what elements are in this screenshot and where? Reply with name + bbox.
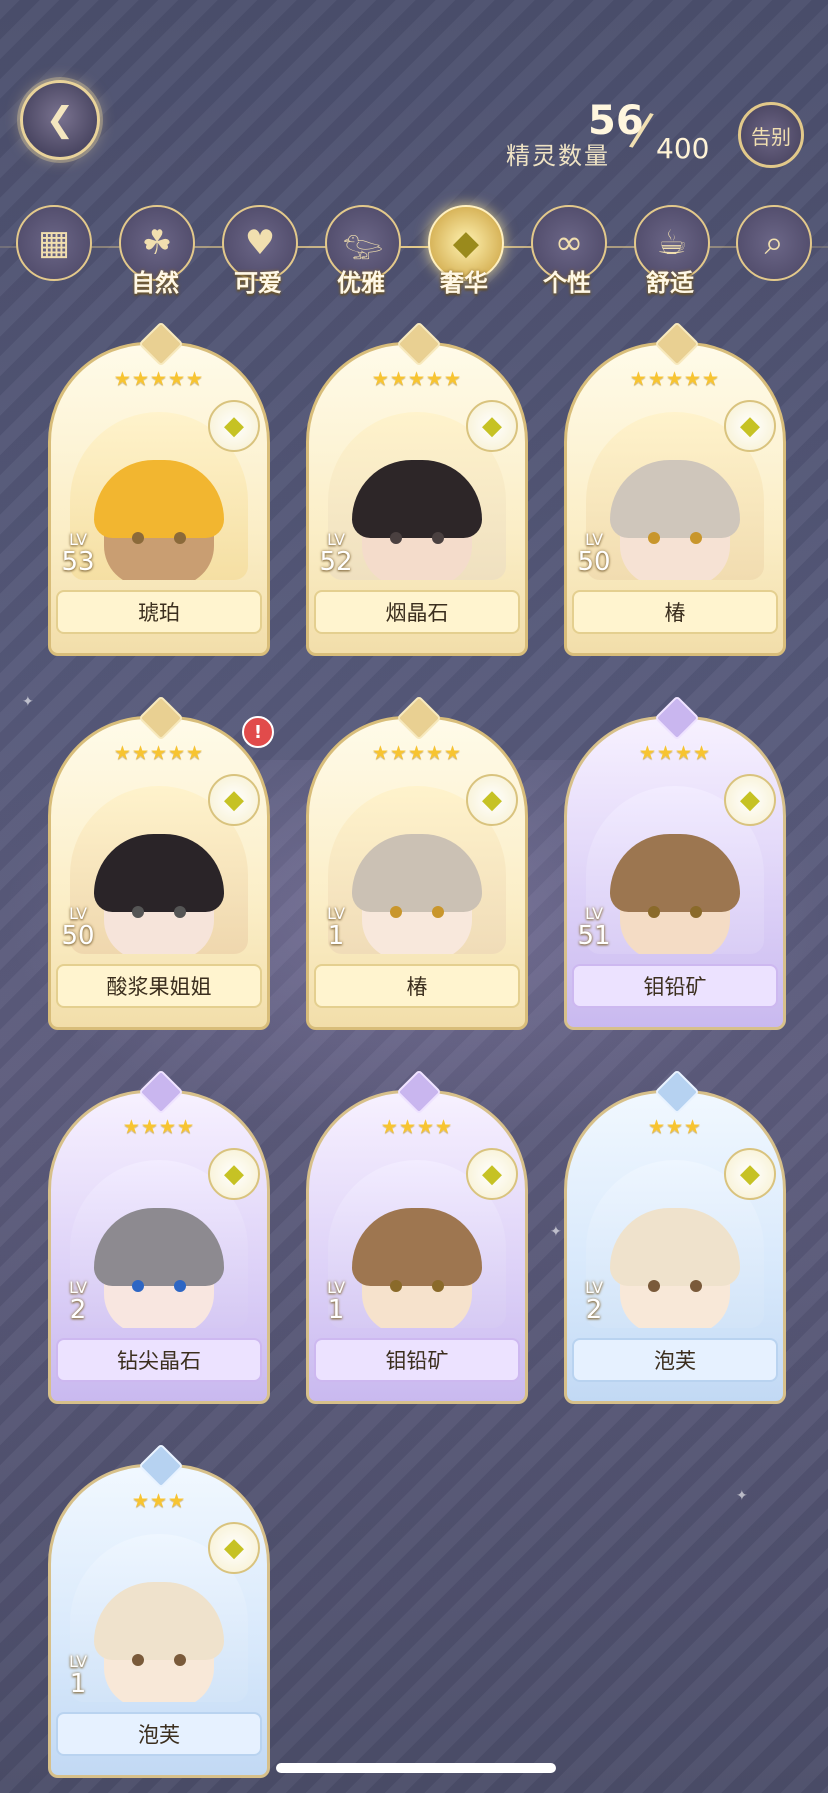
- spirit-count-max: 400: [656, 132, 710, 165]
- character-name: 烟晶石: [314, 590, 520, 634]
- character-name: 钻尖晶石: [56, 1338, 262, 1382]
- alert-badge: !: [242, 716, 274, 748]
- diamond-icon: ◆: [466, 400, 518, 452]
- star-rating: ★★★★: [122, 1116, 196, 1138]
- character-name: 泡芙: [56, 1712, 262, 1756]
- star-rating: ★★★: [131, 1490, 187, 1512]
- spirit-count: 精灵数量 56 / 400: [506, 98, 726, 170]
- level-badge: LV 53: [61, 530, 95, 577]
- spirit-card[interactable]: ★★★★ ◆ LV 1 钼铅矿: [306, 1069, 528, 1404]
- filter-luxury[interactable]: ◆ 奢华: [422, 205, 506, 297]
- diamond-icon: ◆: [466, 774, 518, 826]
- grid-icon: ▦: [16, 205, 92, 281]
- spirit-card[interactable]: ★★★ ◆ LV 1 泡芙: [48, 1443, 270, 1778]
- spirit-card[interactable]: ★★★★★ ◆ LV 53 琥珀: [48, 321, 270, 656]
- level-badge: LV 1: [326, 1278, 346, 1325]
- sparkle-icon: ✦: [736, 1488, 748, 1504]
- filter-label: 自然: [131, 269, 179, 297]
- sparkle-icon: ✦: [550, 1224, 562, 1240]
- filter-personality[interactable]: ∞ 个性: [525, 205, 609, 297]
- character-name: 钼铅矿: [314, 1338, 520, 1382]
- home-indicator[interactable]: [276, 1763, 556, 1773]
- filter-all[interactable]: ▦: [10, 205, 94, 289]
- level-badge: LV 2: [68, 1278, 88, 1325]
- diamond-icon: ◆: [724, 774, 776, 826]
- back-arrow-icon: ❮: [45, 100, 75, 140]
- character-name: 椿: [314, 964, 520, 1008]
- sparkle-icon: ✦: [22, 694, 34, 710]
- star-rating: ★★★★★: [113, 368, 205, 390]
- character-name: 酸浆果姐姐: [56, 964, 262, 1008]
- filter-label: 奢华: [440, 269, 488, 297]
- star-rating: ★★★: [647, 1116, 703, 1138]
- spirit-card[interactable]: ★★★★ ◆ LV 2 钻尖晶石: [48, 1069, 270, 1404]
- spirit-card[interactable]: ★★★★★ ◆ LV 52 烟晶石: [306, 321, 528, 656]
- spirit-card[interactable]: ★★★★ ◆ LV 51 钼铅矿: [564, 695, 786, 1030]
- diamond-icon: ◆: [724, 1148, 776, 1200]
- filter-label: 个性: [543, 269, 591, 297]
- spirit-card[interactable]: ★★★★★ ◆ ! LV 50 酸浆果姐姐: [48, 695, 274, 1030]
- character-name: 椿: [572, 590, 778, 634]
- filter-bar: ▦ ☘ 自然 ♥ 可爱 𓅰 优雅 ◆ 奢华 ∞ 个性 ☕ 舒适 ⌕: [0, 205, 828, 297]
- farewell-label: 告别: [751, 124, 791, 149]
- star-rating: ★★★★★: [371, 742, 463, 764]
- diamond-icon: ◆: [466, 1148, 518, 1200]
- search-icon: ⌕: [736, 205, 812, 281]
- level-badge: LV 2: [584, 1278, 604, 1325]
- level-badge: LV 1: [326, 904, 346, 951]
- diamond-icon: ◆: [208, 400, 260, 452]
- filter-nature[interactable]: ☘ 自然: [113, 205, 197, 297]
- filter-label: 可爱: [234, 269, 282, 297]
- spirit-card[interactable]: ★★★ ◆ LV 2 泡芙: [564, 1069, 786, 1404]
- filter-cute[interactable]: ♥ 可爱: [216, 205, 300, 297]
- level-badge: LV 50: [61, 904, 95, 951]
- diamond-icon: ◆: [208, 774, 260, 826]
- star-rating: ★★★★: [638, 742, 712, 764]
- filter-label: 舒适: [646, 269, 694, 297]
- level-badge: LV 50: [577, 530, 611, 577]
- star-rating: ★★★★★: [629, 368, 721, 390]
- search-button[interactable]: ⌕: [730, 205, 814, 289]
- diamond-icon: ◆: [208, 1522, 260, 1574]
- star-rating: ★★★★★: [113, 742, 205, 764]
- spirit-card[interactable]: ★★★★★ ◆ LV 50 椿: [564, 321, 786, 656]
- filter-label: 优雅: [337, 269, 385, 297]
- level-badge: LV 51: [577, 904, 611, 951]
- filter-elegant[interactable]: 𓅰 优雅: [319, 205, 403, 297]
- star-rating: ★★★★★: [371, 368, 463, 390]
- farewell-button[interactable]: 告别: [738, 102, 804, 168]
- level-badge: LV 52: [319, 530, 353, 577]
- character-name: 泡芙: [572, 1338, 778, 1382]
- filter-comfort[interactable]: ☕ 舒适: [628, 205, 712, 297]
- star-rating: ★★★★: [380, 1116, 454, 1138]
- level-badge: LV 1: [68, 1652, 88, 1699]
- spirit-card[interactable]: ★★★★★ ◆ LV 1 椿: [306, 695, 528, 1030]
- character-name: 琥珀: [56, 590, 262, 634]
- character-name: 钼铅矿: [572, 964, 778, 1008]
- diamond-icon: ◆: [724, 400, 776, 452]
- diamond-icon: ◆: [208, 1148, 260, 1200]
- back-button[interactable]: ❮: [20, 80, 100, 160]
